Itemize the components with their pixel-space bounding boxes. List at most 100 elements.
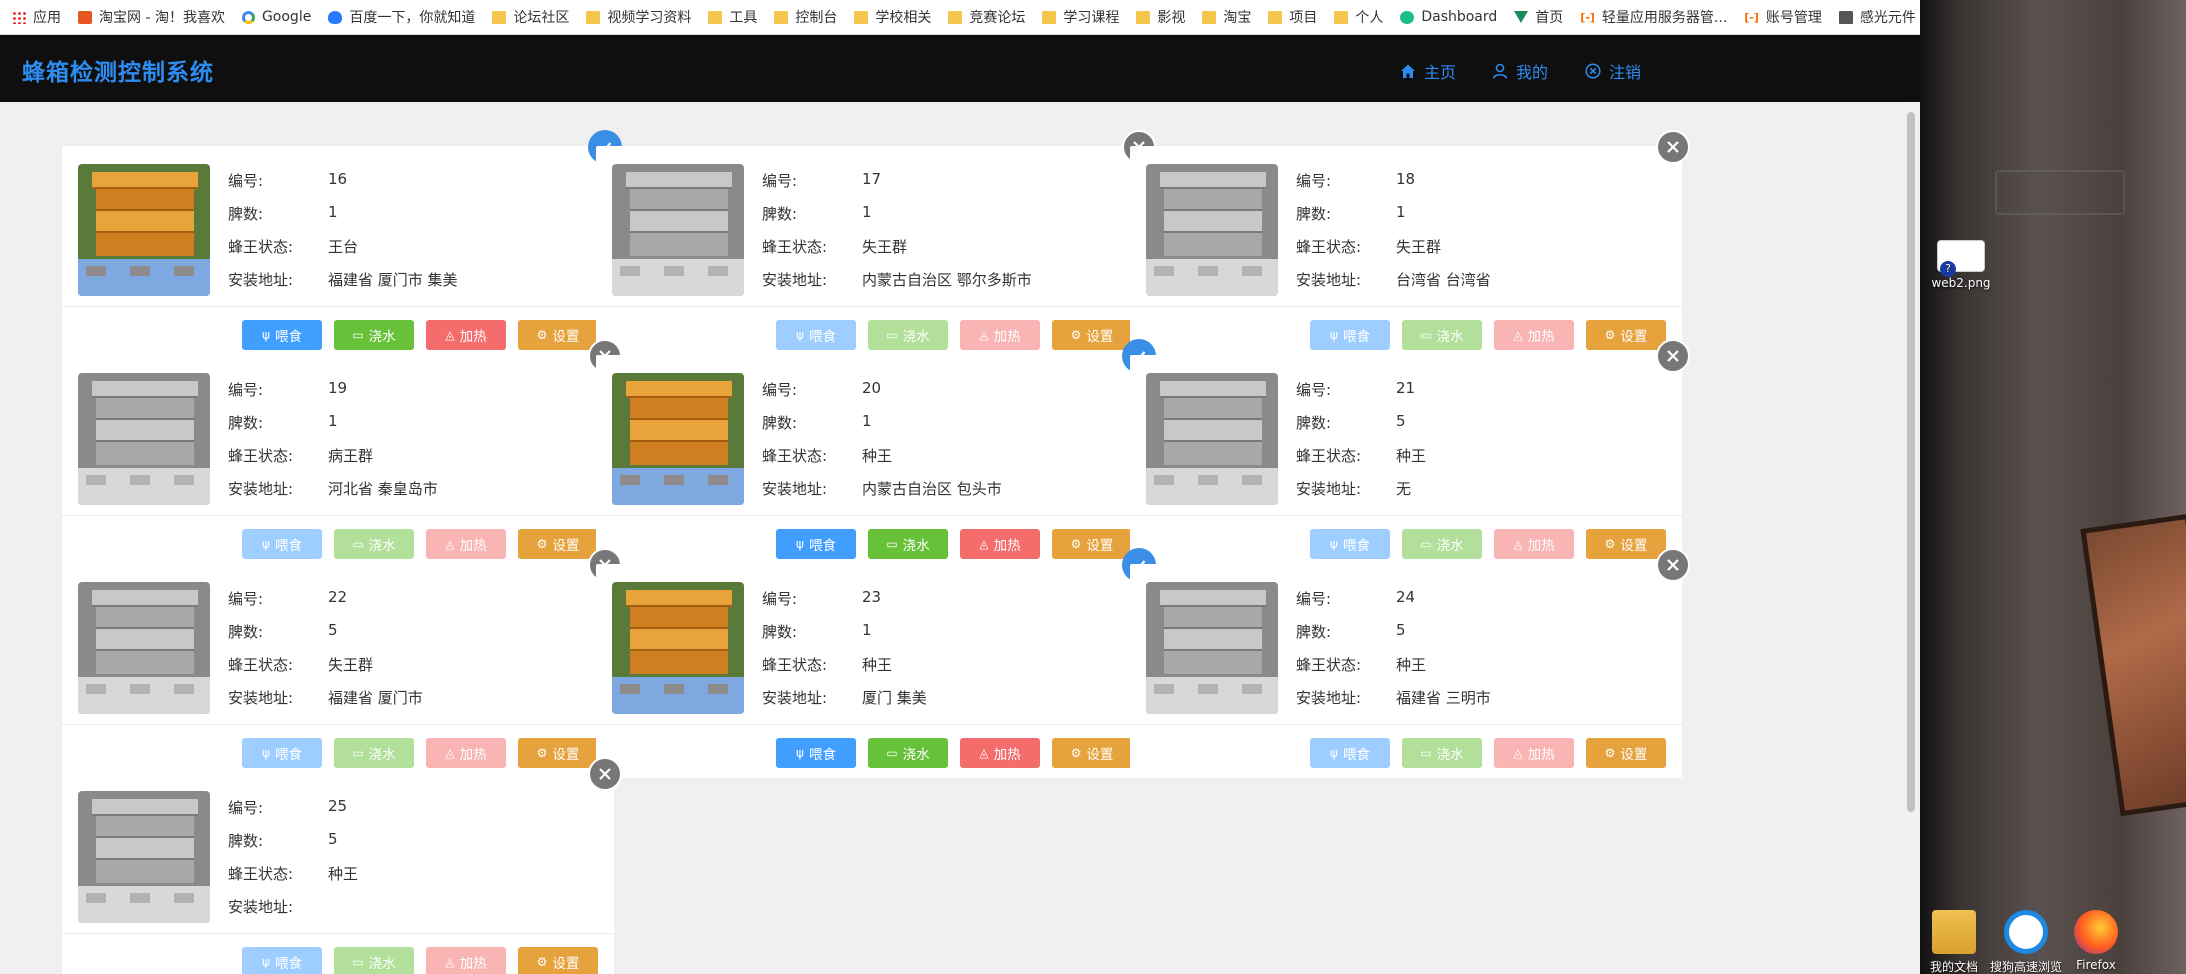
- bookmark-item[interactable]: 影视: [1136, 7, 1185, 27]
- bookmark-item[interactable]: 淘宝网 - 淘！我喜欢: [78, 7, 225, 27]
- queen-status-label: 蜂王状态:: [228, 238, 294, 256]
- hive-queen-status: 种王: [862, 447, 893, 465]
- feed-button-label: 喂食: [274, 538, 302, 554]
- water-button-label: 浇水: [1436, 538, 1464, 554]
- hive-card: 编号: 23 脾数: 1 蜂王状态: 种王 安装地址: 厦门 集美 ψ 喂食 ▭ 浇水 ◬ 加热 ⚙…: [596, 548, 1156, 778]
- nav-mine-link[interactable]: 我的: [1492, 59, 1548, 83]
- settings-button[interactable]: ⚙ 设置: [1586, 320, 1666, 350]
- feed-button[interactable]: ψ 喂食: [776, 738, 856, 768]
- gear-icon: ⚙: [536, 537, 548, 551]
- heat-button[interactable]: ◬ 加热: [1494, 529, 1574, 559]
- settings-button[interactable]: ⚙ 设置: [1586, 529, 1666, 559]
- feed-button[interactable]: ψ 喂食: [1310, 529, 1390, 559]
- water-button[interactable]: ▭ 浇水: [1402, 738, 1482, 768]
- feed-button-label: 喂食: [808, 329, 836, 345]
- fork-icon: ψ: [796, 746, 804, 760]
- hive-card: 编号: 22 脾数: 5 蜂王状态: 失王群 安装地址: 福建省 厦门市 ψ 喂食 ▭ 浇水 ◬…: [62, 548, 622, 778]
- feed-button[interactable]: ψ 喂食: [776, 529, 856, 559]
- bookmark-item[interactable]: 学校相关: [854, 7, 931, 27]
- desktop-file-web2[interactable]: ? web2.png: [1921, 240, 2001, 290]
- scrollbar-thumb[interactable]: [1907, 112, 1915, 812]
- hive-frames: 5: [1396, 412, 1406, 430]
- bookmark-item[interactable]: Google: [241, 9, 311, 25]
- settings-button[interactable]: ⚙ 设置: [518, 320, 598, 350]
- bookmark-item[interactable]: Dashboard: [1400, 9, 1497, 25]
- feed-button[interactable]: ψ 喂食: [1310, 320, 1390, 350]
- heat-button[interactable]: ◬ 加热: [960, 529, 1040, 559]
- feed-button-label: 喂食: [1342, 747, 1370, 763]
- bookmark-item[interactable]: 学习课程: [1042, 7, 1119, 27]
- water-button[interactable]: ▭ 浇水: [334, 529, 414, 559]
- bookmark-item[interactable]: 竞赛论坛: [948, 7, 1025, 27]
- bookmark-item[interactable]: 感光元件 · OpenM...: [1838, 7, 1920, 27]
- bookmark-item[interactable]: 百度一下，你就知道: [328, 7, 475, 27]
- queen-status-label: 蜂王状态:: [1296, 447, 1362, 465]
- card-divider: [62, 933, 614, 934]
- bookmark-item[interactable]: [-] 账号管理: [1744, 7, 1822, 27]
- bookmark-item[interactable]: 淘宝: [1202, 7, 1251, 27]
- bookmark-label: 工具: [729, 10, 758, 26]
- settings-button[interactable]: ⚙ 设置: [518, 738, 598, 768]
- bookmark-item[interactable]: 论坛社区: [492, 7, 569, 27]
- hive-id: 17: [862, 170, 882, 188]
- feed-button[interactable]: ψ 喂食: [242, 320, 322, 350]
- nav-home-link[interactable]: 主页: [1400, 59, 1456, 83]
- bookmark-label: 学校相关: [875, 10, 932, 26]
- hive-info: 编号: 21 脾数: 5 蜂王状态: 种王 安装地址: 无: [1296, 379, 1426, 511]
- heat-button[interactable]: ◬ 加热: [426, 738, 506, 768]
- bookmark-item[interactable]: [-] 轻量应用服务器管...: [1580, 7, 1727, 27]
- settings-button[interactable]: ⚙ 设置: [518, 947, 598, 974]
- bookmark-label: 轻量应用服务器管...: [1601, 10, 1728, 26]
- aliyun-icon: [-]: [1744, 10, 1759, 24]
- hive-address: 厦门 集美: [862, 689, 927, 707]
- bookmark-item[interactable]: 视频学习资料: [586, 7, 691, 27]
- settings-button[interactable]: ⚙ 设置: [518, 529, 598, 559]
- remove-close-icon[interactable]: [1656, 130, 1690, 164]
- desktop-icon-documents[interactable]: 我的文档: [1914, 910, 1994, 974]
- settings-button[interactable]: ⚙ 设置: [1052, 738, 1132, 768]
- heat-button[interactable]: ◬ 加热: [426, 947, 506, 974]
- bookmark-item[interactable]: 个人: [1334, 7, 1383, 27]
- bookmark-item[interactable]: 工具: [708, 7, 757, 27]
- bookmark-item[interactable]: 首页: [1514, 7, 1563, 27]
- feed-button[interactable]: ψ 喂食: [776, 320, 856, 350]
- hive-id: 16: [328, 170, 348, 188]
- bookmark-item[interactable]: 控制台: [774, 7, 837, 27]
- remove-close-icon[interactable]: [588, 757, 622, 791]
- desktop-icon-firefox[interactable]: Firefox: [2066, 910, 2126, 972]
- water-button[interactable]: ▭ 浇水: [334, 947, 414, 974]
- heat-button[interactable]: ◬ 加热: [1494, 320, 1574, 350]
- bookmark-item[interactable]: 项目: [1268, 7, 1317, 27]
- fork-icon: ψ: [1330, 537, 1338, 551]
- settings-button[interactable]: ⚙ 设置: [1052, 529, 1132, 559]
- water-button[interactable]: ▭ 浇水: [868, 529, 948, 559]
- baidu-icon: [328, 10, 343, 24]
- feed-button[interactable]: ψ 喂食: [1310, 738, 1390, 768]
- heat-button[interactable]: ◬ 加热: [1494, 738, 1574, 768]
- water-button[interactable]: ▭ 浇水: [868, 738, 948, 768]
- desktop-icon-sogou[interactable]: 搜狗高速浏览: [1986, 910, 2066, 974]
- nav-logout-link[interactable]: 注销: [1585, 59, 1641, 83]
- heat-button[interactable]: ◬ 加热: [960, 320, 1040, 350]
- settings-button[interactable]: ⚙ 设置: [1052, 320, 1132, 350]
- water-button[interactable]: ▭ 浇水: [868, 320, 948, 350]
- bookmarks-bar: 应用 淘宝网 - 淘！我喜欢 Google 百度一下，你就知道 论坛社区 视频学习资料 工具…: [0, 0, 1920, 35]
- feed-button[interactable]: ψ 喂食: [242, 947, 322, 974]
- heat-button[interactable]: ◬ 加热: [960, 738, 1040, 768]
- heat-button[interactable]: ◬ 加热: [426, 529, 506, 559]
- gear-icon: ⚙: [1070, 746, 1082, 760]
- water-button[interactable]: ▭ 浇水: [1402, 320, 1482, 350]
- water-button[interactable]: ▭ 浇水: [334, 738, 414, 768]
- cup-icon: ▭: [1420, 328, 1432, 342]
- scrollbar[interactable]: [1902, 102, 1920, 974]
- bookmark-item[interactable]: 应用: [12, 7, 61, 27]
- heat-button[interactable]: ◬ 加热: [426, 320, 506, 350]
- water-button[interactable]: ▭ 浇水: [1402, 529, 1482, 559]
- remove-close-icon[interactable]: [1656, 339, 1690, 373]
- hive-card: 编号: 17 脾数: 1 蜂王状态: 失王群 安装地址: 内蒙古自治区 鄂尔多斯市 ψ喂…: [596, 130, 1156, 360]
- water-button[interactable]: ▭ 浇水: [334, 320, 414, 350]
- feed-button[interactable]: ψ 喂食: [242, 738, 322, 768]
- settings-button[interactable]: ⚙ 设置: [1586, 738, 1666, 768]
- feed-button[interactable]: ψ 喂食: [242, 529, 322, 559]
- remove-close-icon[interactable]: [1656, 548, 1690, 582]
